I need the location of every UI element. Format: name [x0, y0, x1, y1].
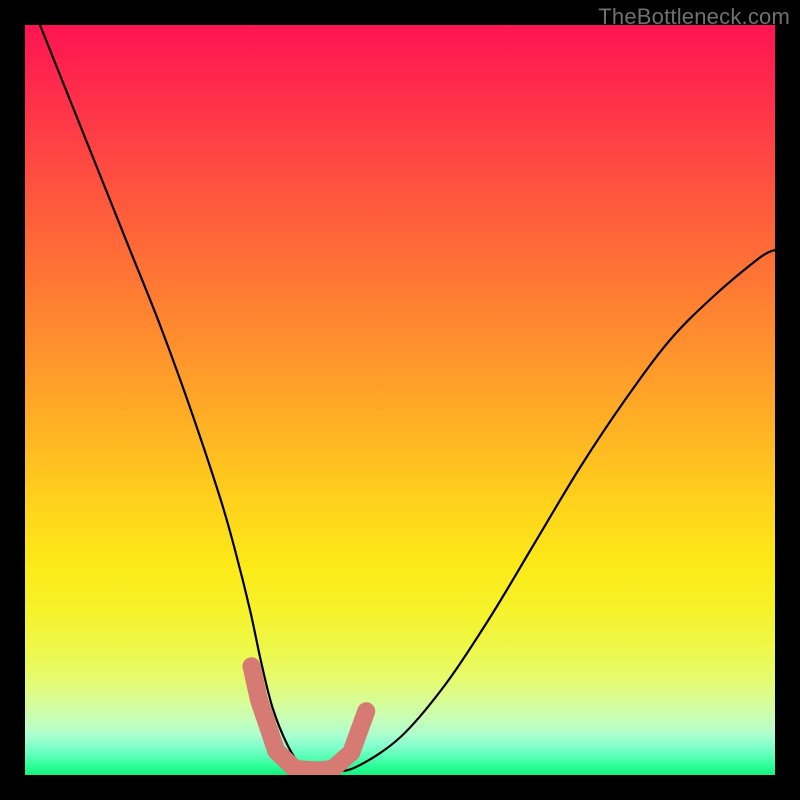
plot-area	[25, 25, 775, 775]
bottleneck-curve	[40, 25, 775, 772]
watermark-text: TheBottleneck.com	[598, 4, 790, 30]
chart-frame: TheBottleneck.com	[0, 0, 800, 800]
chart-svg	[25, 25, 775, 775]
optimal-range-marker	[252, 666, 367, 770]
